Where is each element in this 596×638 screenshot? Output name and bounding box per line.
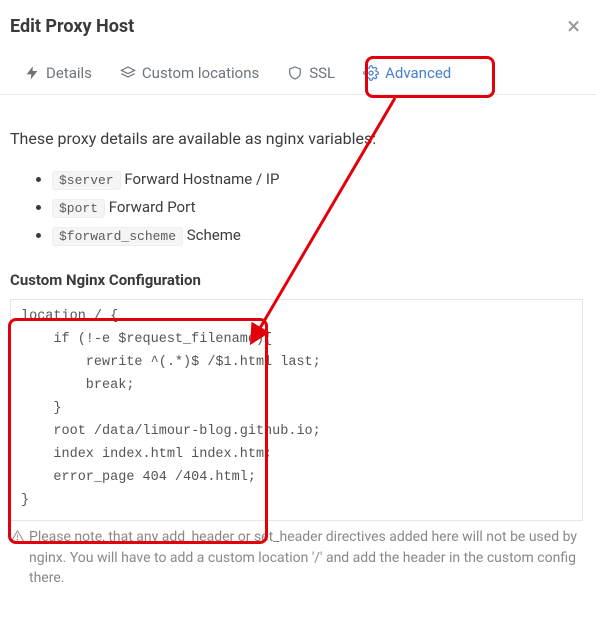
var-item: $server Forward Hostname / IP [52,166,586,194]
config-section-label: Custom Nginx Configuration [10,271,586,289]
close-button[interactable]: × [567,14,580,38]
layers-icon [120,65,136,81]
var-label: Forward Port [105,198,195,216]
tab-ssl[interactable]: SSL [273,54,349,94]
tab-label: SSL [309,64,335,82]
lightning-icon [24,65,40,81]
shield-icon [287,65,303,81]
tab-label: Advanced [385,64,451,82]
tab-details[interactable]: Details [10,54,106,94]
intro-text: These proxy details are available as ngi… [10,129,586,148]
tab-label: Details [46,64,92,82]
var-label: Scheme [183,226,241,244]
vars-list: $server Forward Hostname / IP $port Forw… [10,166,586,249]
tab-label: Custom locations [142,64,259,82]
var-label: Forward Hostname / IP [121,170,280,188]
var-code: $server [52,171,121,190]
var-code: $forward_scheme [52,227,183,246]
tab-custom-locations[interactable]: Custom locations [106,54,273,94]
tab-bar: Details Custom locations SSL Advanced [0,54,596,95]
var-code: $port [52,199,105,218]
note-text: Please note, that any add_header or set_… [29,527,582,588]
gear-icon [363,65,379,81]
dialog-title: Edit Proxy Host [10,16,134,37]
tab-advanced[interactable]: Advanced [349,54,465,94]
nginx-config-textarea[interactable] [10,299,583,521]
warning-icon [10,529,25,588]
var-item: $port Forward Port [52,194,586,222]
var-item: $forward_scheme Scheme [52,222,586,250]
